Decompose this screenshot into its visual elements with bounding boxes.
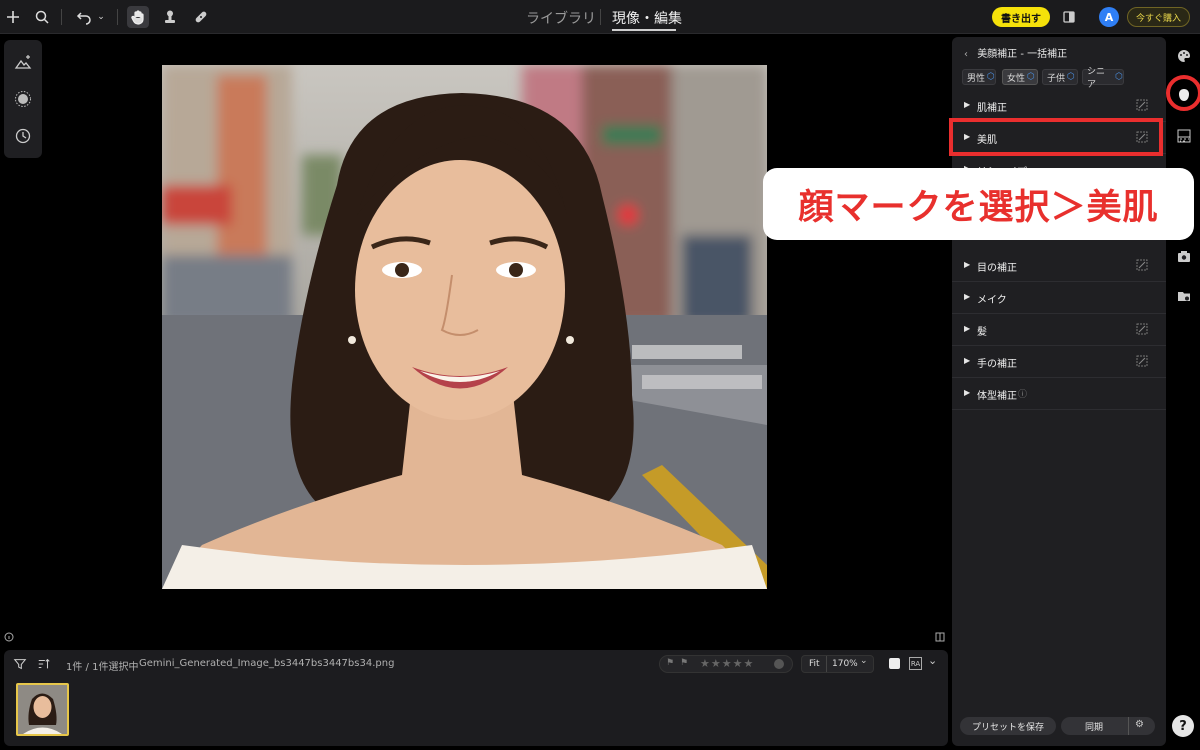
tab-divider: [600, 9, 601, 25]
edit-icon[interactable]: [1136, 323, 1148, 335]
help-button[interactable]: ?: [1172, 715, 1194, 737]
top-toolbar: ⌄ ライブラリ 現像・編集 書き出す A 今すぐ購入: [0, 0, 1200, 34]
settings-icon[interactable]: ⚙: [1135, 719, 1144, 730]
search-icon[interactable]: [31, 6, 53, 28]
chevron-down-icon[interactable]: ⌄: [928, 654, 937, 667]
chip-label: シニア: [1087, 67, 1106, 90]
chip-label: 子供: [1047, 73, 1066, 84]
before-after-icon[interactable]: RA: [909, 657, 922, 670]
section-label: 肌補正: [977, 103, 1007, 114]
section-label: 体型補正: [977, 391, 1017, 402]
sync-label: 同期: [1085, 723, 1104, 733]
rating-bar: ⚑ ⚑ ★★★★★: [659, 655, 793, 673]
chip-senior[interactable]: シニア ⬡: [1082, 67, 1124, 90]
back-chevron-icon[interactable]: ‹: [964, 49, 968, 60]
info-icon[interactable]: [4, 632, 14, 642]
camera-icon[interactable]: [1175, 247, 1193, 265]
panel-title: 美顔補正 - 一括補正: [977, 49, 1068, 60]
help-circle-icon[interactable]: ⓘ: [1018, 387, 1027, 400]
edit-icon[interactable]: [1136, 99, 1148, 111]
chip-child[interactable]: 子供 ⬡: [1042, 69, 1078, 85]
toolbar-divider: [61, 9, 62, 25]
instruction-callout: 顔マークを選択＞美肌: [763, 168, 1194, 240]
toolbar-divider: [117, 9, 118, 25]
bandage-tool-icon[interactable]: [190, 6, 212, 28]
section-body-shape[interactable]: ▶ 体型補正 ⓘ: [952, 378, 1166, 410]
buy-now-button[interactable]: 今すぐ購入: [1127, 7, 1190, 27]
highlight-box: [949, 118, 1163, 156]
reject-flag-icon[interactable]: ⚑: [680, 658, 688, 668]
adjust-icon: ⬡: [987, 72, 995, 82]
section-label: 手の補正: [977, 359, 1017, 370]
chip-female[interactable]: 女性 ⬡: [1002, 69, 1038, 85]
section-eye-correction[interactable]: ▶ 目の補正: [952, 250, 1166, 282]
expand-arrow-icon: ▶: [964, 324, 971, 333]
filter-icon[interactable]: [12, 656, 28, 672]
expand-arrow-icon: ▶: [964, 260, 971, 269]
sync-button[interactable]: 同期 ⚙: [1061, 717, 1155, 735]
expand-arrow-icon: ▶: [964, 100, 971, 109]
edit-icon[interactable]: [1136, 259, 1148, 271]
section-label: 目の補正: [977, 263, 1017, 274]
expand-arrow-icon: ▶: [964, 388, 971, 397]
face-icon-highlight-ring: [1166, 75, 1200, 111]
section-makeup[interactable]: ▶ メイク: [952, 282, 1166, 314]
zoom-level[interactable]: 170%: [832, 659, 858, 669]
adjust-icon: ⬡: [1027, 72, 1035, 82]
save-preset-button[interactable]: プリセットを保存: [960, 717, 1056, 735]
section-label: 髪: [977, 327, 987, 338]
panel-toggle-icon[interactable]: [935, 632, 945, 642]
export-button[interactable]: 書き出す: [992, 7, 1050, 27]
callout-text: 顔マークを選択＞美肌: [798, 187, 1159, 228]
selection-count: 1件 / 1件選択中: [66, 662, 139, 673]
hand-tool-icon[interactable]: [127, 6, 149, 28]
history-icon[interactable]: [13, 126, 33, 146]
chevron-down-icon[interactable]: ⌄: [94, 6, 108, 28]
undo-icon[interactable]: [73, 6, 95, 28]
sync-divider: [1128, 717, 1129, 735]
star-rating[interactable]: ★★★★★: [700, 657, 754, 670]
filmstrip-toolbar: 1件 / 1件選択中 Gemini_Generated_Image_bs3447…: [4, 650, 948, 678]
sparkle-circle-icon[interactable]: [13, 89, 33, 109]
main-photo[interactable]: [162, 65, 767, 589]
thumbnail[interactable]: [16, 683, 69, 736]
expand-arrow-icon: ▶: [964, 356, 971, 365]
edit-icon[interactable]: [1136, 355, 1148, 367]
tab-library[interactable]: ライブラリ: [526, 8, 596, 28]
color-label-icon[interactable]: [774, 659, 784, 669]
fit-button[interactable]: Fit: [809, 659, 820, 669]
chip-label: 男性: [967, 73, 986, 84]
left-tool-panel: [4, 40, 42, 158]
panel-header: ‹ 美顔補正 - 一括補正: [964, 45, 1067, 60]
compare-view-icon[interactable]: [1058, 6, 1080, 28]
palette-icon[interactable]: [1175, 47, 1193, 65]
zoom-control: Fit 170% ⌄: [801, 655, 874, 673]
mountain-sparkle-icon[interactable]: [13, 52, 33, 72]
tab-develop-edit[interactable]: 現像・編集: [612, 8, 682, 28]
flag-icon[interactable]: ⚑: [666, 658, 674, 668]
expand-arrow-icon: ▶: [964, 292, 971, 301]
chevron-down-icon[interactable]: ⌄: [860, 656, 868, 666]
add-icon[interactable]: [2, 6, 24, 28]
right-icon-strip: [1168, 37, 1200, 750]
folder-settings-icon[interactable]: [1175, 287, 1193, 305]
zoom-divider: [826, 656, 827, 672]
single-view-icon[interactable]: [889, 658, 900, 669]
filmstrip: 1件 / 1件選択中 Gemini_Generated_Image_bs3447…: [4, 650, 948, 746]
chip-label: 女性: [1007, 73, 1026, 84]
sort-icon[interactable]: [36, 656, 52, 672]
adjust-icon: ⬡: [1115, 72, 1123, 82]
section-hand-correction[interactable]: ▶ 手の補正: [952, 346, 1166, 378]
adjust-icon: ⬡: [1067, 72, 1075, 82]
gradient-icon[interactable]: [1175, 127, 1193, 145]
filename: Gemini_Generated_Image_bs3447bs3447bs34.…: [139, 658, 395, 669]
active-tab-underline: [612, 29, 676, 31]
avatar[interactable]: A: [1099, 7, 1119, 27]
chip-male[interactable]: 男性 ⬡: [962, 69, 996, 85]
section-hair[interactable]: ▶ 髪: [952, 314, 1166, 346]
section-label: メイク: [977, 295, 1007, 306]
stamp-tool-icon[interactable]: [159, 6, 181, 28]
